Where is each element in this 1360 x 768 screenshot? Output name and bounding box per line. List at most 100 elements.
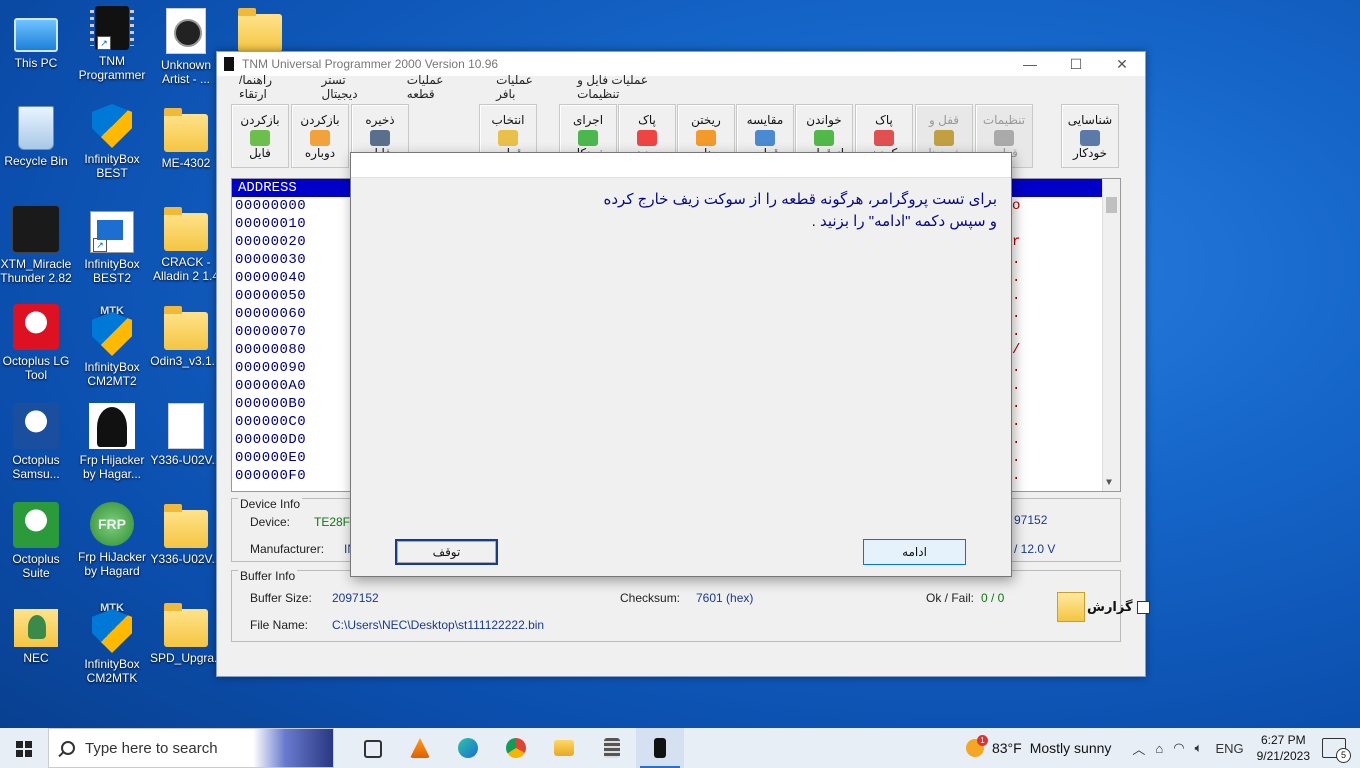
- buffer-info-group: Buffer Info Buffer Size: 2097152 Checksu…: [231, 569, 1121, 642]
- desktop-icon-infinitybox-cm2mtk[interactable]: MTK InfinityBox CM2MTK: [76, 601, 148, 685]
- language-indicator[interactable]: ENG: [1215, 741, 1243, 756]
- device-size-value: 97152: [1014, 513, 1048, 527]
- desktop-icon-me-4302[interactable]: ME-4302: [150, 106, 222, 170]
- desktop-icon-y336-2[interactable]: Y336-U02V...: [150, 502, 222, 566]
- voltage-value: / 12.0 V: [1014, 542, 1056, 556]
- taskbar-calculator[interactable]: [588, 728, 636, 768]
- taskbar-edge[interactable]: [444, 728, 492, 768]
- notepad-icon: [1057, 592, 1085, 622]
- hex-ascii-cell: .: [1012, 468, 1021, 484]
- search-icon: [61, 741, 75, 755]
- desktop-icon-recycle-bin[interactable]: Recycle Bin: [0, 106, 72, 168]
- desktop-icon-unknown-artist[interactable]: Unknown Artist - ...: [150, 8, 222, 86]
- reload-icon: [310, 130, 330, 146]
- menu-help[interactable]: راهنما/ارتقاء: [239, 73, 299, 101]
- desktop-icon-infinitybox-best[interactable]: InfinityBox BEST: [76, 104, 148, 180]
- desktop-icon-tnm-programmer[interactable]: ↗ TNM Programmer: [76, 6, 148, 82]
- taskbar-file-explorer[interactable]: [540, 728, 588, 768]
- select-device-icon: [498, 130, 518, 146]
- run-icon: [578, 130, 598, 146]
- volume-icon[interactable]: 🔈︎: [1195, 740, 1203, 756]
- hex-ascii-cell: /: [1012, 342, 1021, 358]
- weather-condition[interactable]: Mostly sunny: [1030, 740, 1112, 756]
- stop-button[interactable]: توقف: [395, 539, 498, 565]
- open-file-button[interactable]: بازکردن فایل: [231, 104, 289, 168]
- taskbar-vlc[interactable]: [396, 728, 444, 768]
- device-info-legend: Device Info: [238, 497, 303, 511]
- window-title: TNM Universal Programmer 2000 Version 10…: [242, 57, 499, 71]
- desktop-icon-nec[interactable]: NEC: [0, 601, 72, 665]
- desktop-icon-odin3[interactable]: Odin3_v3.1...: [150, 304, 222, 368]
- user-folder-icon: [14, 609, 58, 647]
- menu-device[interactable]: عملیات قطعه: [407, 73, 474, 101]
- report-toggle[interactable]: گزارش: [1057, 592, 1150, 622]
- desktop-icon-octoplus-suite[interactable]: Octoplus Suite: [0, 502, 72, 580]
- search-placeholder: Type here to search: [85, 739, 218, 757]
- auto-detect-button[interactable]: شناسایی خودکار: [1061, 104, 1119, 168]
- network-icon[interactable]: ⌂: [1155, 741, 1163, 756]
- wifi-icon[interactable]: ◠: [1173, 740, 1184, 756]
- weather-temp[interactable]: 83°F: [992, 740, 1022, 756]
- vlc-icon: [410, 738, 430, 758]
- shield-icon: [92, 312, 132, 356]
- media-file-icon: [166, 8, 206, 54]
- minimize-button[interactable]: —: [1007, 52, 1053, 76]
- clock[interactable]: 6:27 PM 9/21/2023: [1257, 732, 1310, 764]
- folder-icon: [164, 108, 208, 152]
- buffer-size-value: 2097152: [332, 591, 379, 605]
- hex-ascii-cell: .: [1012, 324, 1021, 340]
- scroll-thumb[interactable]: [1106, 197, 1117, 213]
- desktop-icon-xtm-miracle[interactable]: XTM_Miracle Thunder 2.82: [0, 205, 72, 285]
- taskbar-search[interactable]: Type here to search: [48, 728, 334, 768]
- notification-count: 5: [1336, 748, 1351, 763]
- shield-icon: [92, 104, 132, 148]
- clock-date: 9/21/2023: [1256, 749, 1310, 763]
- reload-file-button[interactable]: بازکردن دوباره: [291, 104, 349, 168]
- hood-icon: [89, 403, 135, 449]
- folder-icon: [164, 603, 208, 647]
- maximize-button[interactable]: ☐: [1053, 52, 1099, 76]
- folder-icon: [164, 306, 208, 350]
- desktop-icon-frp-hijacker[interactable]: Frp Hijacker by Hagar...: [76, 403, 148, 481]
- hex-ascii-cell: .: [1012, 360, 1021, 376]
- octopus-icon: [13, 502, 59, 548]
- folder-icon: [164, 207, 208, 251]
- taskbar-chrome[interactable]: [492, 728, 540, 768]
- calculator-icon: [604, 738, 620, 758]
- desktop-icon-crack-alladin[interactable]: CRACK - Alladin 2 1.4: [150, 205, 222, 283]
- report-checkbox[interactable]: [1136, 600, 1150, 614]
- desktop-icon-y336-1[interactable]: Y336-U02V...: [150, 403, 222, 467]
- desktop-icon-octoplus-lg[interactable]: Octoplus LG Tool: [0, 304, 72, 382]
- menu-digital-tester[interactable]: تستر دیجیتال: [321, 73, 384, 101]
- menu-file-settings[interactable]: عملیات فایل و تنظیمات: [577, 73, 693, 101]
- task-view-button[interactable]: [348, 728, 396, 768]
- dialog-message: برای تست پروگرامر، هرگونه قطعه را از سوک…: [603, 191, 997, 230]
- weather-icon[interactable]: [965, 735, 988, 757]
- desktop-icon-folder-top[interactable]: [224, 6, 296, 56]
- desktop-icon-frp-hijacker-hagard[interactable]: FRP Frp HiJacker by Hagard: [76, 502, 148, 578]
- chevron-up-icon[interactable]: ︿: [1132, 739, 1145, 758]
- notification-icon[interactable]: 5: [1322, 738, 1351, 763]
- device-label: Device:: [250, 515, 291, 529]
- hex-ascii-cell: .: [1012, 288, 1021, 304]
- continue-button[interactable]: ادامه: [863, 539, 966, 565]
- desktop-icon-octoplus-samsung[interactable]: Octoplus Samsu...: [0, 403, 72, 481]
- chip-icon: [224, 57, 234, 71]
- close-button[interactable]: ✕: [1099, 52, 1145, 76]
- menu-buffer[interactable]: عملیات بافر: [496, 73, 555, 101]
- hex-scrollbar[interactable]: ▼: [1102, 179, 1120, 491]
- hex-ascii-cell: .: [1012, 414, 1021, 430]
- desktop-icon-infinitybox-best2[interactable]: ↗ InfinityBox BEST2: [76, 205, 148, 285]
- open-file-icon: [250, 130, 270, 146]
- chevron-down-icon[interactable]: ▼: [1106, 478, 1112, 489]
- dialog-titlebar[interactable]: [351, 153, 1011, 178]
- frp-icon: FRP: [90, 502, 134, 546]
- desktop-icon-this-pc[interactable]: This PC: [0, 8, 72, 70]
- taskbar-tnm-programmer[interactable]: [636, 728, 684, 768]
- clock-time: 6:27 PM: [1260, 733, 1306, 747]
- gsm-team-icon: [12, 205, 60, 253]
- computer-icon: [14, 18, 58, 52]
- desktop-icon-spd-upgrade[interactable]: SPD_Upgra...: [150, 601, 224, 665]
- desktop-icon-infinitybox-cm2mt2[interactable]: MTK InfinityBox CM2MT2: [76, 304, 148, 388]
- start-button[interactable]: [0, 728, 48, 768]
